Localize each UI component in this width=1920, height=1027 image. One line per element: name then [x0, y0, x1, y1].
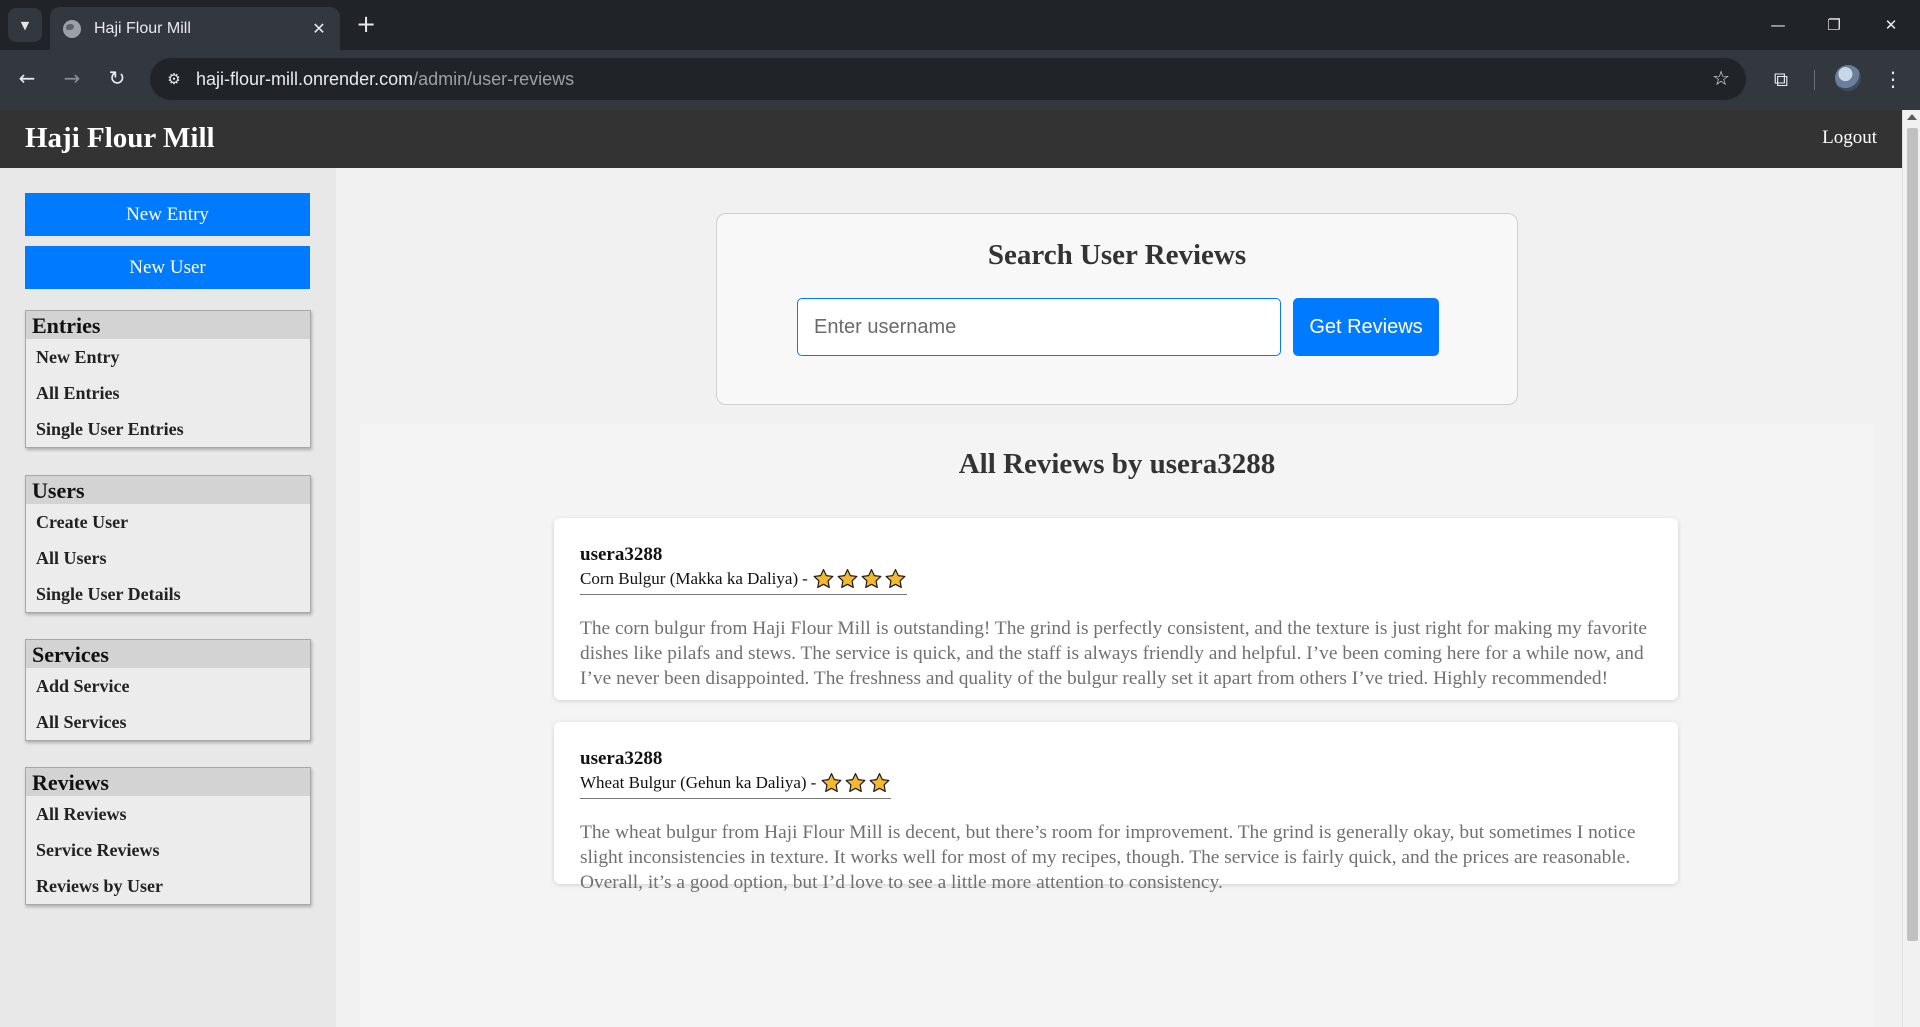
globe-icon — [63, 19, 81, 38]
minimize-icon[interactable]: — — [1763, 10, 1793, 40]
username-search-input[interactable] — [797, 298, 1281, 356]
sidebar-item-service-reviews[interactable]: Service Reviews — [26, 832, 310, 868]
sidebar-item-new-entry[interactable]: New Entry — [26, 339, 310, 375]
star-rating — [812, 568, 907, 590]
review-service: Wheat Bulgur (Gehun ka Daliya) — [580, 773, 807, 792]
close-tab-icon[interactable]: ✕ — [308, 19, 330, 38]
star-icon — [821, 773, 842, 793]
review-username: usera3288 — [580, 544, 663, 565]
site-info-icon[interactable]: ⚙ — [162, 67, 186, 91]
page-scrollbar[interactable] — [1902, 110, 1920, 1027]
bookmark-star-icon[interactable]: ☆ — [1712, 66, 1730, 90]
review-separator: - — [810, 773, 817, 792]
results-title: All Reviews by usera3288 — [958, 448, 1276, 480]
scroll-up-arrow-icon[interactable] — [1907, 114, 1917, 120]
sidebar-group-reviews: Reviews All Reviews Service Reviews Revi… — [25, 767, 311, 905]
page-viewport: Haji Flour Mill Logout New Entry New Use… — [0, 110, 1920, 1027]
review-text: The wheat bulgur from Haji Flour Mill is… — [580, 822, 1636, 893]
profile-avatar-icon[interactable] — [1835, 65, 1861, 91]
star-icon — [869, 773, 890, 793]
restore-icon[interactable]: ❐ — [1819, 10, 1849, 40]
review-meta: Wheat Bulgur (Gehun ka Daliya) - — [580, 772, 892, 799]
new-user-button[interactable]: New User — [25, 246, 310, 289]
back-icon[interactable]: ← — [12, 63, 42, 93]
star-icon — [861, 569, 882, 589]
scrollbar-thumb[interactable] — [1907, 128, 1918, 941]
url-text: haji-flour-mill.onrender.com/admin/user-… — [196, 68, 575, 89]
sidebar-item-all-reviews[interactable]: All Reviews — [26, 796, 310, 832]
window-close-icon[interactable]: ✕ — [1876, 10, 1906, 40]
review-username: usera3288 — [580, 748, 663, 769]
search-title: Search User Reviews — [987, 239, 1247, 271]
review-text: The corn bulgur from Haji Flour Mill is … — [580, 618, 1647, 689]
extensions-icon[interactable]: ⧉ — [1766, 64, 1796, 94]
site-title: Haji Flour Mill — [25, 122, 215, 154]
star-icon — [837, 569, 858, 589]
sidebar-group-entries: Entries New Entry All Entries Single Use… — [25, 310, 311, 448]
forward-icon[interactable]: → — [57, 63, 87, 93]
site-header: Haji Flour Mill Logout — [0, 110, 1902, 168]
sidebar-item-all-services[interactable]: All Services — [26, 704, 310, 740]
logout-link[interactable]: Logout — [1822, 127, 1877, 149]
sidebar-item-create-user[interactable]: Create User — [26, 504, 310, 540]
sidebar-group-services: Services Add Service All Services — [25, 639, 311, 741]
reload-icon[interactable]: ↻ — [102, 63, 132, 93]
browser-tab[interactable]: Haji Flour Mill ✕ — [50, 7, 340, 50]
star-icon — [885, 569, 906, 589]
search-card: Search User Reviews Get Reviews — [716, 213, 1518, 405]
star-icon — [845, 773, 866, 793]
tab-title: Haji Flour Mill — [94, 19, 191, 37]
review-service: Corn Bulgur (Makka ka Daliya) — [580, 569, 799, 588]
sidebar-item-reviews-by-user[interactable]: Reviews by User — [26, 868, 310, 904]
browser-menu-icon[interactable]: ⋮ — [1878, 64, 1908, 94]
review-separator: - — [802, 569, 808, 588]
sidebar-group-users: Users Create User All Users Single User … — [25, 475, 311, 613]
review-meta: Corn Bulgur (Makka ka Daliya) - — [580, 568, 907, 595]
review-card: usera3288 Wheat Bulgur (Gehun ka Daliya)… — [554, 722, 1678, 893]
sidebar-item-all-users[interactable]: All Users — [26, 540, 310, 576]
tab-search-dropdown-icon[interactable]: ▼ — [8, 8, 42, 42]
address-bar[interactable]: ⚙ haji-flour-mill.onrender.com/admin/use… — [150, 58, 1746, 100]
results-section: All Reviews by usera3288 usera3288 Corn … — [360, 424, 1874, 1027]
sidebar-group-title: Reviews — [26, 768, 310, 796]
sidebar-group-title: Entries — [26, 311, 310, 339]
sidebar: New Entry New User Entries New Entry All… — [0, 168, 336, 1027]
sidebar-group-title: Users — [26, 476, 310, 504]
toolbar-divider — [1814, 70, 1815, 90]
sidebar-item-add-service[interactable]: Add Service — [26, 668, 310, 704]
new-entry-button[interactable]: New Entry — [25, 193, 310, 236]
sidebar-item-single-user-details[interactable]: Single User Details — [26, 576, 310, 612]
star-icon — [813, 569, 834, 589]
browser-tab-strip: ▼ Haji Flour Mill ✕ + — ❐ ✕ — [0, 0, 1920, 50]
browser-toolbar: ← → ↻ ⚙ haji-flour-mill.onrender.com/adm… — [0, 50, 1920, 110]
get-reviews-button[interactable]: Get Reviews — [1293, 298, 1439, 356]
main-content: Search User Reviews Get Reviews All Revi… — [336, 168, 1902, 1027]
star-rating — [820, 772, 891, 794]
new-tab-icon[interactable]: + — [352, 9, 380, 41]
sidebar-group-title: Services — [26, 640, 310, 668]
sidebar-item-all-entries[interactable]: All Entries — [26, 375, 310, 411]
sidebar-item-single-user-entries[interactable]: Single User Entries — [26, 411, 310, 447]
review-card: usera3288 Corn Bulgur (Makka ka Daliya) … — [554, 518, 1678, 700]
